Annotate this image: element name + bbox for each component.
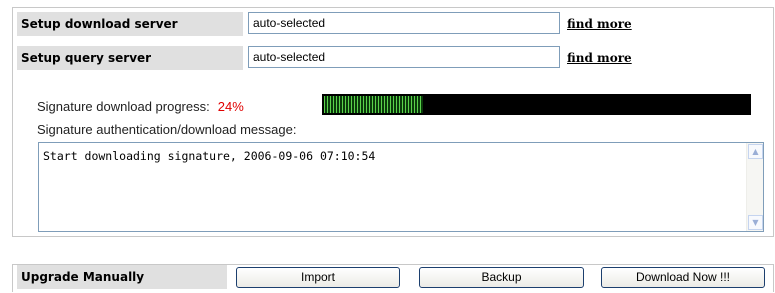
auth-message-textarea[interactable]: Start downloading signature, 2006-09-06 …: [38, 142, 764, 232]
scroll-up-icon[interactable]: ▲: [748, 144, 763, 159]
progress-label: Signature download progress:: [37, 99, 210, 114]
progress-label-line: Signature download progress: 24%: [37, 99, 244, 114]
progress-bar-fill: [324, 96, 423, 113]
upgrade-manually-row: Upgrade Manually Import Backup Download …: [12, 264, 774, 292]
download-server-row: Setup download server find more: [17, 12, 770, 36]
query-server-find-more-link[interactable]: find more: [567, 51, 632, 65]
upgrade-manually-label: Upgrade Manually: [17, 265, 227, 289]
backup-button[interactable]: Backup: [419, 267, 584, 288]
scroll-down-icon[interactable]: ▼: [748, 215, 763, 230]
download-server-find-more-link[interactable]: find more: [567, 17, 632, 31]
auth-message-text: Start downloading signature, 2006-09-06 …: [43, 149, 376, 163]
query-server-input[interactable]: [248, 46, 560, 68]
progress-bar: [322, 94, 751, 115]
message-scrollbar[interactable]: ▲ ▼: [746, 143, 763, 231]
download-server-input[interactable]: [248, 12, 560, 34]
signature-panel: Setup download server find more Setup qu…: [12, 7, 774, 237]
auth-message-label: Signature authentication/download messag…: [37, 122, 297, 137]
download-now-button[interactable]: Download Now !!!: [601, 267, 765, 288]
query-server-label: Setup query server: [17, 46, 243, 70]
progress-percent: 24%: [217, 99, 244, 114]
import-button[interactable]: Import: [236, 267, 400, 288]
query-server-row: Setup query server find more: [17, 46, 770, 70]
download-server-label: Setup download server: [17, 12, 243, 36]
